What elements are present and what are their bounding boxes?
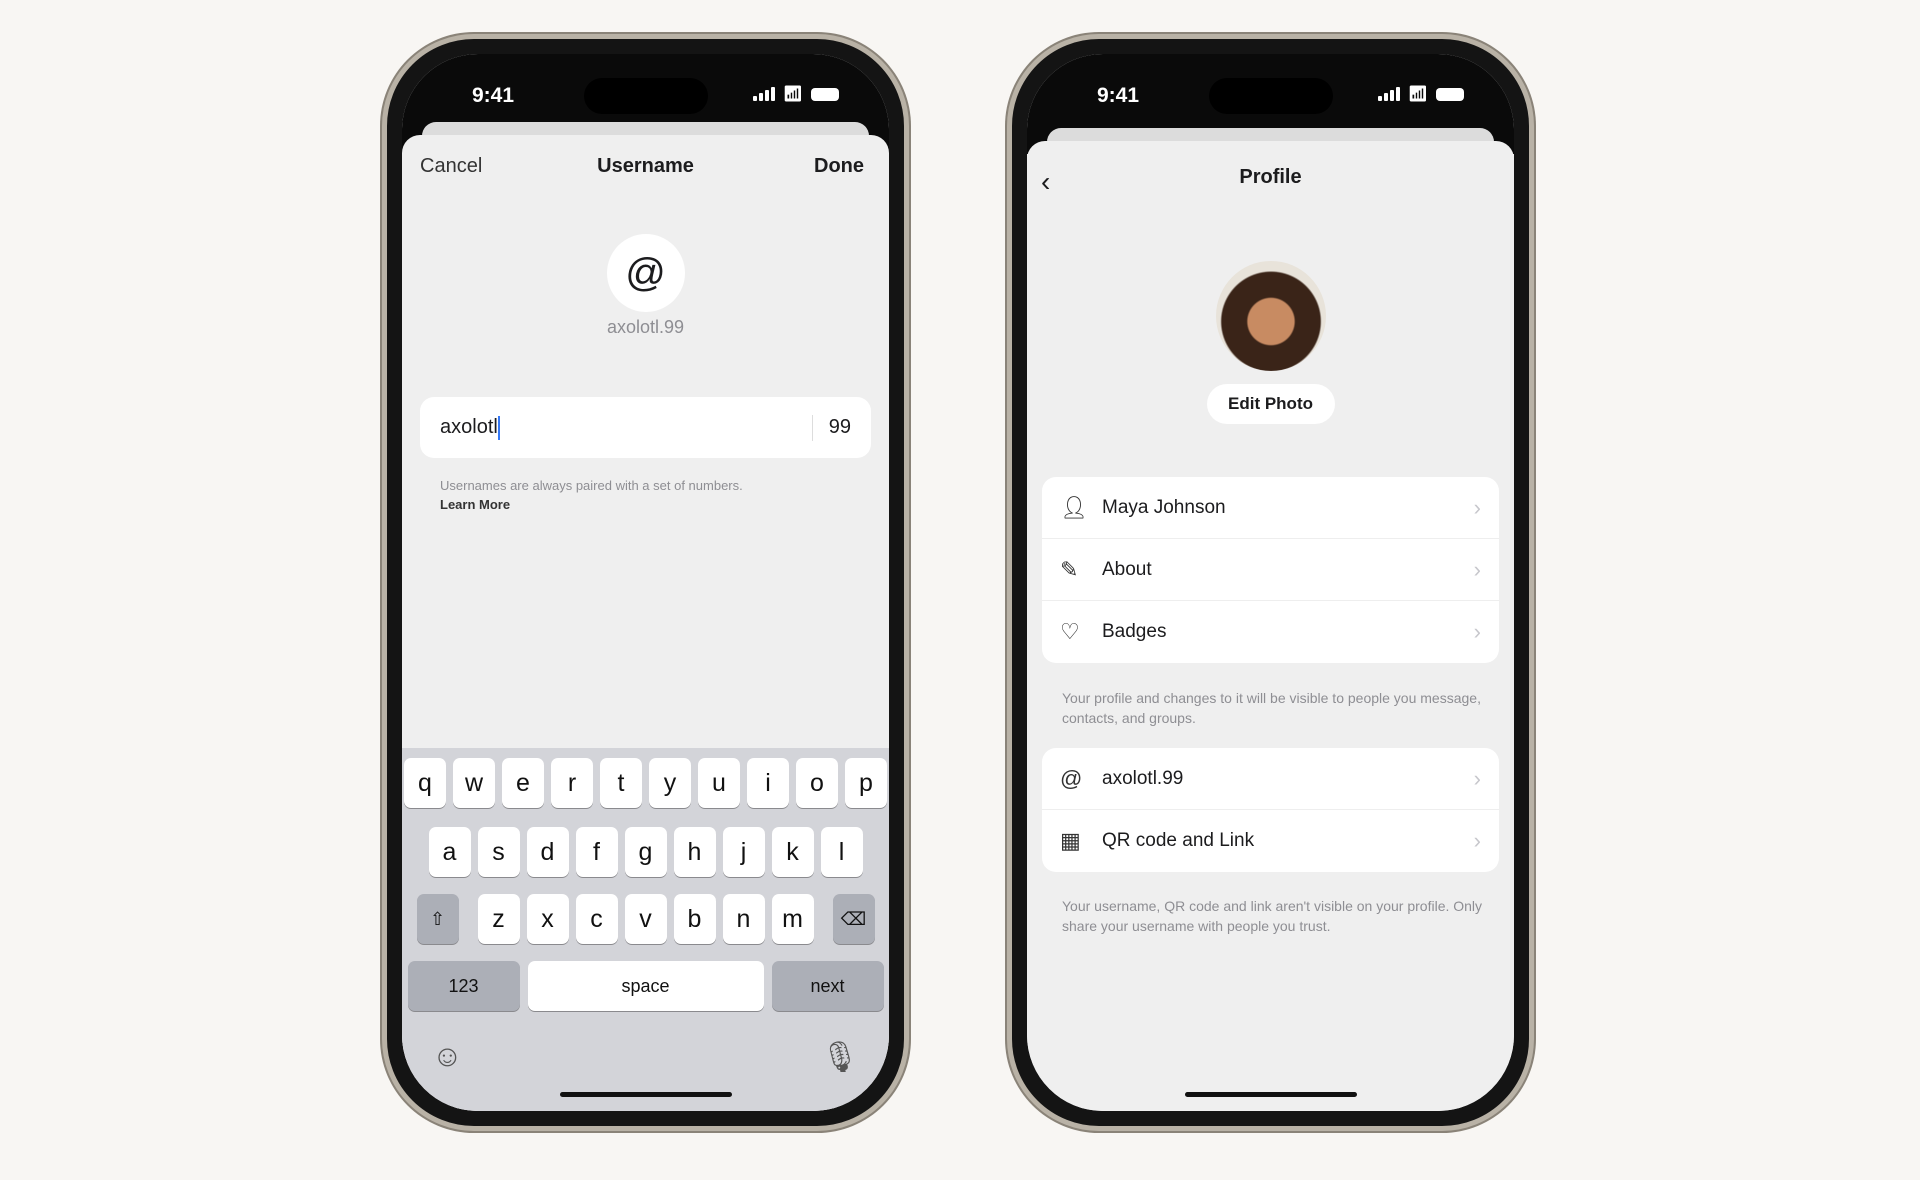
key-s[interactable]: s [477,827,520,877]
nav-bar: Profile ‹ [1027,166,1514,198]
key-x[interactable]: x [526,894,569,944]
keyboard: qwertyuiop asdfghjkl ⇧ z x c v b n m ⌫ 123 space… [402,748,889,1111]
key-q[interactable]: q [404,758,446,808]
chevron-right-icon: › [1473,619,1481,644]
key-v[interactable]: v [624,894,667,944]
username-sheet: Username Cancel Done @ axolotl.99 axolot… [402,135,889,1111]
key-z[interactable]: z [477,894,520,944]
row-badges[interactable]: ♡ Badges › [1042,601,1499,663]
key-r[interactable]: r [551,758,593,808]
signal-icon [752,87,775,101]
at-icon: @ [606,234,685,312]
key-c[interactable]: c [575,894,618,944]
profile-footer: Your profile and changes to it will be v… [1062,690,1481,726]
key-e[interactable]: e [502,758,544,808]
numbers-key[interactable]: 123 [407,961,520,1011]
username-input[interactable]: axolotl 99 [420,397,871,458]
help-text: Usernames are always paired with a set o… [440,478,743,512]
key-y[interactable]: y [649,758,691,808]
nav-bar: Username Cancel Done [402,155,889,185]
key-k[interactable]: k [771,827,814,877]
row-username[interactable]: @ axolotl.99 › [1042,748,1499,810]
microphone-icon[interactable]: 🎙︎ [821,1040,859,1075]
key-n[interactable]: n [722,894,765,944]
profile-sheet: Profile ‹ Edit Photo 👤︎ Maya Johnson › ✎ Ab… [1027,141,1514,1111]
username-group: @ axolotl.99 › ▦ QR code and Link › [1042,748,1499,872]
signal-icon [1377,87,1400,101]
key-m[interactable]: m [771,894,814,944]
key-w[interactable]: w [453,758,495,808]
battery-icon [1436,87,1464,101]
key-t[interactable]: t [600,758,642,808]
profile-group: 👤︎ Maya Johnson › ✎ About › ♡ Badges › [1042,477,1499,663]
status-time: 9:41 [472,84,515,107]
phone-profile: 9:41 📶︎ Profile ‹ Edit Photo 👤︎ Maya John… [1007,34,1534,1131]
wifi-icon: 📶︎ [1407,86,1428,103]
person-icon: 👤︎ [1060,494,1088,520]
key-l[interactable]: l [820,827,863,877]
key-g[interactable]: g [624,827,667,877]
delete-key[interactable]: ⌫ [832,894,875,944]
key-b[interactable]: b [673,894,716,944]
username-suffix[interactable]: 99 [829,416,851,439]
status-time: 9:41 [1097,84,1140,107]
wifi-icon: 📶︎ [782,86,803,103]
learn-more-link[interactable]: Learn More [440,497,510,512]
text-cursor [497,415,500,440]
key-j[interactable]: j [722,827,765,877]
phone-username: 9:41 📶︎ Username Cancel Done @ axolotl.9… [382,34,909,1131]
key-f[interactable]: f [575,827,618,877]
space-key[interactable]: space [527,961,764,1011]
back-chevron-icon[interactable]: ‹ [1041,166,1050,198]
screen: 9:41 📶︎ Profile ‹ Edit Photo 👤︎ Maya John… [1027,54,1514,1111]
row-qr-code[interactable]: ▦ QR code and Link › [1042,810,1499,872]
username-footer: Your username, QR code and link aren't v… [1062,898,1483,934]
key-u[interactable]: u [698,758,740,808]
chevron-right-icon: › [1473,828,1481,853]
pencil-icon: ✎ [1060,556,1079,582]
edit-photo-button[interactable]: Edit Photo [1206,384,1335,424]
home-indicator [1184,1092,1357,1097]
page-title: Profile [1239,166,1302,188]
next-key[interactable]: next [771,961,884,1011]
chevron-right-icon: › [1473,494,1481,520]
screen: 9:41 📶︎ Username Cancel Done @ axolotl.9… [402,54,889,1111]
cancel-button[interactable]: Cancel [420,155,482,178]
battery-icon [811,87,839,101]
home-indicator [559,1092,732,1097]
key-h[interactable]: h [673,827,716,877]
key-o[interactable]: o [796,758,838,808]
username-preview: axolotl.99 [606,317,685,337]
chevron-right-icon: › [1473,765,1481,791]
badges-icon: ♡ [1060,619,1080,644]
key-p[interactable]: p [845,758,887,808]
row-name[interactable]: 👤︎ Maya Johnson › [1042,477,1499,539]
shift-key[interactable]: ⇧ [416,894,459,944]
key-a[interactable]: a [428,827,471,877]
key-d[interactable]: d [526,827,569,877]
done-button[interactable]: Done [814,155,864,178]
chevron-right-icon: › [1473,556,1481,582]
dynamic-island [1208,78,1333,114]
key-i[interactable]: i [747,758,789,808]
dynamic-island [583,78,708,114]
at-icon: @ [1060,765,1083,791]
username-input-value: axolotl [440,416,498,438]
row-about[interactable]: ✎ About › [1042,539,1499,601]
emoji-icon[interactable]: ☺ [432,1040,463,1075]
qr-code-icon: ▦ [1060,828,1081,853]
avatar[interactable] [1215,261,1326,371]
